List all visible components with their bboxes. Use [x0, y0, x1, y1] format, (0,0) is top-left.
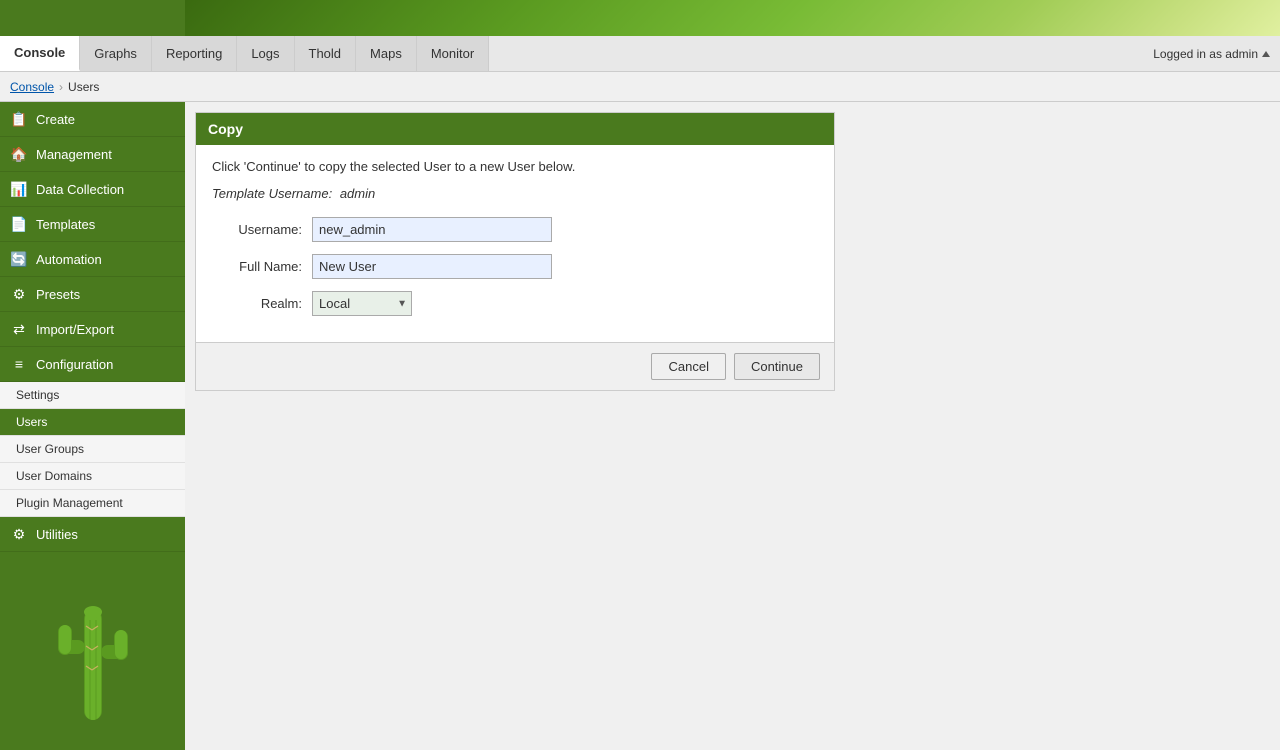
template-username-value: admin	[340, 186, 375, 201]
continue-button[interactable]: Continue	[734, 353, 820, 380]
copy-panel-footer: Cancel Continue	[196, 342, 834, 390]
sidebar-label-create: Create	[36, 112, 75, 127]
realm-label: Realm:	[212, 296, 302, 311]
submenu-user-groups[interactable]: User Groups	[0, 436, 185, 463]
data-collection-icon: 📊	[10, 180, 28, 198]
fullname-label: Full Name:	[212, 259, 302, 274]
sidebar: 📋 Create 🏠 Management 📊 Data Collection …	[0, 102, 185, 750]
template-username-row: Template Username: admin	[212, 186, 818, 201]
realm-select[interactable]: Local LDAP	[312, 291, 412, 316]
template-username-label: Template Username:	[212, 186, 332, 201]
realm-select-wrapper: Local LDAP ▼	[312, 291, 412, 316]
submenu-user-domains[interactable]: User Domains	[0, 463, 185, 490]
submenu-users[interactable]: Users	[0, 409, 185, 436]
sidebar-item-presets[interactable]: ⚙ Presets	[0, 277, 185, 312]
settings-submenu: Settings Users User Groups User Domains …	[0, 382, 185, 517]
sidebar-item-configuration[interactable]: ≡ Configuration	[0, 347, 185, 382]
main-layout: 📋 Create 🏠 Management 📊 Data Collection …	[0, 102, 1280, 750]
breadcrumb-users[interactable]: Users	[68, 80, 99, 94]
breadcrumb-sep: ›	[59, 80, 63, 94]
templates-icon: 📄	[10, 215, 28, 233]
cactus-svg	[48, 570, 138, 730]
import-export-icon: ⇄	[10, 320, 28, 338]
cancel-button[interactable]: Cancel	[651, 353, 725, 380]
tab-maps[interactable]: Maps	[356, 36, 417, 71]
submenu-settings[interactable]: Settings	[0, 382, 185, 409]
tab-graphs[interactable]: Graphs	[80, 36, 152, 71]
utilities-icon: ⚙	[10, 525, 28, 543]
copy-description: Click 'Continue' to copy the selected Us…	[212, 159, 818, 174]
username-label: Username:	[212, 222, 302, 237]
username-row: Username:	[212, 217, 818, 242]
username-input[interactable]	[312, 217, 552, 242]
tab-thold[interactable]: Thold	[295, 36, 357, 71]
management-icon: 🏠	[10, 145, 28, 163]
sidebar-label-presets: Presets	[36, 287, 80, 302]
sidebar-item-create[interactable]: 📋 Create	[0, 102, 185, 137]
sidebar-label-configuration: Configuration	[36, 357, 113, 372]
sidebar-label-management: Management	[36, 147, 112, 162]
tab-reporting[interactable]: Reporting	[152, 36, 237, 71]
sidebar-label-templates: Templates	[36, 217, 95, 232]
cactus-decoration	[0, 552, 185, 750]
realm-row: Realm: Local LDAP ▼	[212, 291, 818, 316]
breadcrumb-console[interactable]: Console	[10, 80, 54, 94]
submenu-plugin-management[interactable]: Plugin Management	[0, 490, 185, 517]
automation-icon: 🔄	[10, 250, 28, 268]
top-nav: Console Graphs Reporting Logs Thold Maps…	[0, 36, 1280, 72]
sidebar-label-utilities: Utilities	[36, 527, 78, 542]
presets-icon: ⚙	[10, 285, 28, 303]
sidebar-item-import-export[interactable]: ⇄ Import/Export	[0, 312, 185, 347]
sidebar-label-import-export: Import/Export	[36, 322, 114, 337]
breadcrumb: Console › Users	[0, 72, 1280, 102]
tab-monitor[interactable]: Monitor	[417, 36, 489, 71]
create-icon: 📋	[10, 110, 28, 128]
tab-logs[interactable]: Logs	[237, 36, 294, 71]
copy-panel-body: Click 'Continue' to copy the selected Us…	[196, 145, 834, 342]
sidebar-item-management[interactable]: 🏠 Management	[0, 137, 185, 172]
sidebar-item-utilities[interactable]: ⚙ Utilities	[0, 517, 185, 552]
sidebar-item-data-collection[interactable]: 📊 Data Collection	[0, 172, 185, 207]
user-menu-arrow-icon[interactable]	[1262, 51, 1270, 57]
logged-in-label: Logged in as admin	[1153, 47, 1270, 61]
sidebar-item-automation[interactable]: 🔄 Automation	[0, 242, 185, 277]
content-area: Copy Click 'Continue' to copy the select…	[185, 102, 1280, 750]
copy-panel-title: Copy	[196, 113, 834, 145]
fullname-row: Full Name:	[212, 254, 818, 279]
copy-panel: Copy Click 'Continue' to copy the select…	[195, 112, 835, 391]
fullname-input[interactable]	[312, 254, 552, 279]
tab-console[interactable]: Console	[0, 36, 80, 71]
sidebar-item-templates[interactable]: 📄 Templates	[0, 207, 185, 242]
configuration-icon: ≡	[10, 355, 28, 373]
sidebar-label-automation: Automation	[36, 252, 102, 267]
sidebar-label-data-collection: Data Collection	[36, 182, 124, 197]
